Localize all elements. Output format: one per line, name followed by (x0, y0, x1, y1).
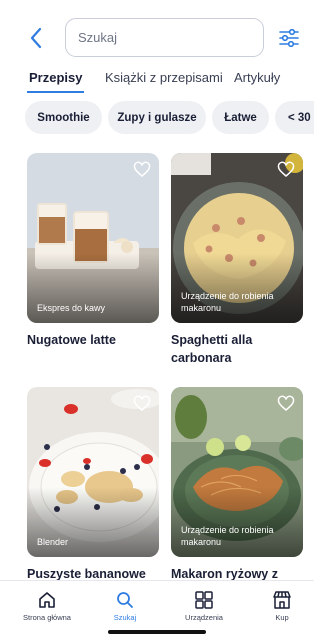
nav-shop[interactable]: Kup (247, 590, 317, 622)
home-icon (39, 592, 55, 608)
active-tab-indicator (27, 91, 84, 93)
chip-easy[interactable]: Łatwe (212, 101, 269, 134)
appliance-label: Urządzenie do robienia makaronu (181, 525, 274, 547)
search-input[interactable] (66, 19, 263, 56)
nav-home[interactable]: Strona główna (12, 590, 82, 622)
recipe-card[interactable]: Urządzenie do robienia makaronu Makaron … (171, 387, 303, 583)
recipe-title[interactable]: Nugatowe latte (27, 331, 159, 349)
favorite-heart-icon[interactable] (133, 395, 151, 413)
nav-search[interactable]: Szukaj (90, 590, 160, 622)
recipe-image[interactable]: Urządzenie do robienia makaronu (171, 153, 303, 323)
tab-cookbooks[interactable]: Książki z przepisami (105, 70, 223, 85)
devices-icon (195, 591, 213, 609)
recipe-title[interactable]: Spaghetti alla carbonara (171, 331, 303, 367)
favorite-heart-icon[interactable] (277, 395, 295, 413)
recipe-image[interactable]: Ekspres do kawy (27, 153, 159, 323)
shop-icon (273, 591, 291, 609)
chip-soups[interactable]: Zupy i gulasze (108, 101, 206, 134)
favorite-heart-icon[interactable] (277, 161, 295, 179)
content-tabs: Przepisy Książki z przepisami Artykuły (0, 70, 314, 94)
recipe-image[interactable]: Blender (27, 387, 159, 557)
search-box[interactable] (65, 18, 264, 57)
recipe-card[interactable]: Ekspres do kawy Nugatowe latte (27, 153, 159, 349)
tab-recipes[interactable]: Przepisy (29, 70, 82, 85)
nav-shop-label: Kup (275, 613, 289, 622)
chip-smoothie[interactable]: Smoothie (25, 101, 102, 134)
nav-devices-label: Urządzenia (185, 613, 223, 622)
search-header (0, 18, 314, 58)
filter-sliders-icon (279, 29, 299, 47)
nav-home-label: Strona główna (23, 613, 71, 622)
recipe-card[interactable]: Urządzenie do robienia makaronu Spaghett… (171, 153, 303, 367)
favorite-heart-icon[interactable] (133, 161, 151, 179)
tab-articles[interactable]: Artykuły (234, 70, 280, 85)
filter-chips: Smoothie Zupy i gulasze Łatwe < 30 m (0, 101, 314, 135)
appliance-label: Ekspres do kawy (37, 303, 106, 313)
filter-button[interactable] (276, 25, 302, 51)
appliance-label: Urządzenie do robienia makaronu (181, 291, 274, 313)
chip-under-30[interactable]: < 30 m (275, 101, 314, 134)
home-indicator (108, 630, 206, 634)
appliance-label: Blender (37, 537, 69, 547)
nav-search-label: Szukaj (113, 613, 137, 622)
recipe-card[interactable]: Blender Puszyste bananowe (27, 387, 159, 583)
nav-devices[interactable]: Urządzenia (169, 590, 239, 622)
back-button[interactable] (22, 24, 50, 52)
search-icon (117, 592, 133, 608)
recipe-image[interactable]: Urządzenie do robienia makaronu (171, 387, 303, 557)
chevron-left-icon (30, 27, 42, 49)
